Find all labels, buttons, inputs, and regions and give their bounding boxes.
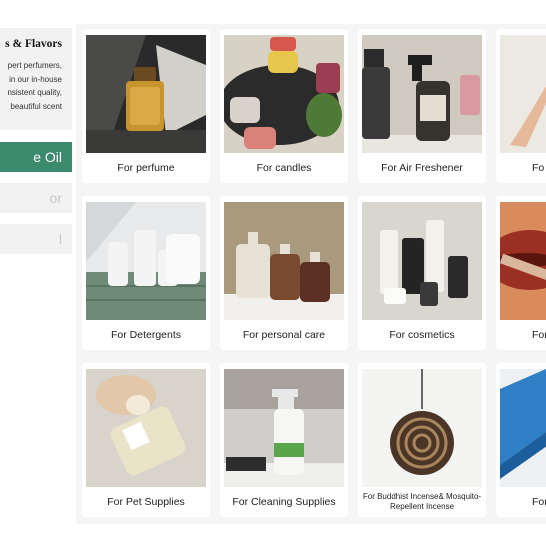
card-pet-supplies[interactable]: For Pet Supplies [82, 363, 210, 517]
personal-care-image [224, 202, 344, 320]
tab-third[interactable]: l [0, 224, 72, 254]
tab-essential-oil[interactable]: e Oil [0, 142, 72, 172]
intro-text: pert perfumers, in our in-house nsistent… [0, 59, 62, 113]
card-eighth[interactable]: For c [496, 196, 546, 350]
card-fourth[interactable]: Fo [496, 29, 546, 183]
incense-image [362, 369, 482, 487]
card-label: For perfume [117, 162, 175, 174]
cleaning-supplies-image [224, 369, 344, 487]
card-candles[interactable]: For candles [220, 29, 348, 183]
card-label: For Cleaning Supplies [232, 496, 336, 508]
air-freshener-image [362, 35, 482, 153]
card-cleaning-supplies[interactable]: For Cleaning Supplies [220, 363, 348, 517]
lips-image [500, 202, 546, 320]
card-label: For [532, 496, 546, 508]
card-air-freshener[interactable]: For Air Freshener [358, 29, 486, 183]
card-twelfth[interactable]: For [496, 363, 546, 517]
perfume-image [86, 35, 206, 153]
intro-line: beautiful scent [10, 101, 62, 111]
product-grid: For perfume For candles For Air Freshene… [76, 24, 546, 524]
intro-title: s & Flavors [5, 38, 62, 50]
brush-image [500, 369, 546, 487]
intro-line: nsistent quality, [7, 88, 62, 97]
card-detergents[interactable]: For Detergents [82, 196, 210, 350]
card-label: For c [532, 329, 546, 341]
card-cosmetics[interactable]: For cosmetics [358, 196, 486, 350]
intro-card: s & Flavors pert perfumers, in our in-ho… [0, 28, 72, 130]
card-label: For Detergents [110, 329, 182, 341]
card-label: For candles [256, 162, 312, 174]
card-label: Fo [532, 162, 545, 174]
card-label: For Pet Supplies [107, 496, 185, 508]
card-personal-care[interactable]: For personal care [220, 196, 348, 350]
intro-line: pert perfumers, [7, 61, 62, 70]
detergents-image [86, 202, 206, 320]
pet-supplies-image [86, 369, 206, 487]
card-label: For personal care [242, 329, 326, 341]
card-label: For Buddhist Incense& Mosquito-Repellent… [362, 492, 482, 511]
candles-image [224, 35, 344, 153]
card-perfume[interactable]: For perfume [82, 29, 210, 183]
intro-line: in our in-house [9, 74, 62, 84]
tab-flavor[interactable]: or [0, 183, 72, 213]
card-label: For cosmetics [389, 329, 455, 341]
card-label: For Air Freshener [381, 162, 463, 174]
hand-image [500, 35, 546, 153]
card-incense[interactable]: For Buddhist Incense& Mosquito-Repellent… [358, 363, 486, 517]
cosmetics-image [362, 202, 482, 320]
category-sidebar: s & Flavors pert perfumers, in our in-ho… [0, 0, 76, 546]
